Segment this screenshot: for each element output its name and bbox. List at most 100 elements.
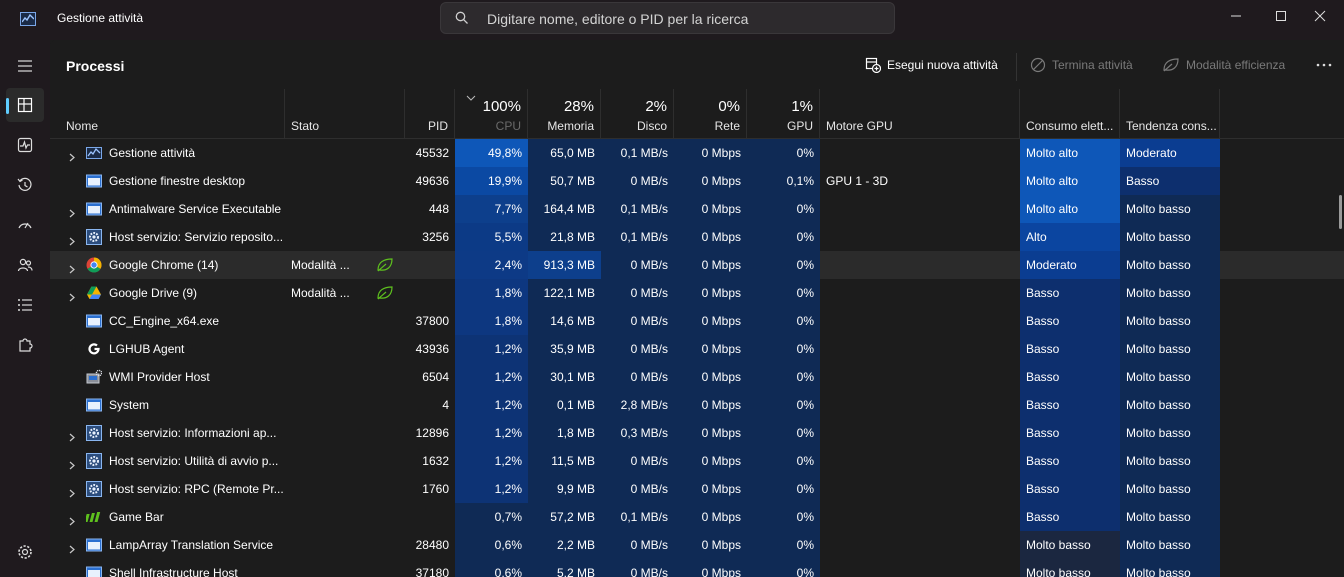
process-cpu: 1,2% <box>455 363 528 391</box>
speedometer-icon <box>18 222 32 229</box>
expand-chevron-icon[interactable] <box>68 289 76 307</box>
sidebar-item-services[interactable] <box>6 328 44 362</box>
table-row[interactable]: Game Bar 0,7% 57,2 MB 0,1 MB/s 0 Mbps 0% Basso… <box>50 503 1344 531</box>
sidebar-item-users[interactable] <box>6 248 44 282</box>
table-row[interactable]: Gestione finestre desktop 49636 19,9% 50,7 … <box>50 167 1344 195</box>
column-header-gpu[interactable]: 1% GPU <box>747 89 820 139</box>
expand-chevron-icon[interactable] <box>68 205 76 223</box>
process-cpu: 1,8% <box>455 307 528 335</box>
expand-chevron-icon[interactable] <box>68 149 76 167</box>
process-gpu-engine <box>820 195 1020 223</box>
table-row[interactable]: Google Drive (9) Modalità ... 1,8% 122,1 MB… <box>50 279 1344 307</box>
process-gpu: 0% <box>747 335 820 363</box>
process-power: Alto <box>1020 223 1120 251</box>
process-gpu: 0% <box>747 475 820 503</box>
details-list-icon <box>18 299 32 311</box>
sidebar-item-details[interactable] <box>6 288 44 322</box>
process-memory: 35,9 MB <box>528 335 601 363</box>
expand-chevron-icon[interactable] <box>68 513 76 531</box>
process-disk: 0 MB/s <box>601 363 674 391</box>
column-header-memory[interactable]: 28% Memoria <box>528 89 601 139</box>
process-pid <box>405 251 455 279</box>
process-gpu: 0% <box>747 363 820 391</box>
gear-icon <box>86 229 102 245</box>
expand-chevron-icon[interactable] <box>68 261 76 279</box>
process-name: LGHUB Agent <box>109 342 185 356</box>
expand-chevron-icon[interactable] <box>68 457 76 475</box>
table-row[interactable]: Gestione attività 45532 49,8% 65,0 MB 0,1 MB… <box>50 139 1344 167</box>
expand-chevron-icon[interactable] <box>68 429 76 447</box>
process-pid: 6504 <box>422 370 449 384</box>
process-name: Antimalware Service Executable <box>109 202 282 216</box>
process-memory: 57,2 MB <box>528 503 601 531</box>
minimize-button[interactable] <box>1212 0 1260 32</box>
table-row[interactable]: Host servizio: Servizio reposito... 3256 5… <box>50 223 1344 251</box>
column-label: Stato <box>291 119 320 133</box>
process-cpu: 1,8% <box>455 279 528 307</box>
process-power: Molto alto <box>1020 167 1120 195</box>
end-task-label: Termina attività <box>1052 58 1133 72</box>
sidebar-item-startup[interactable] <box>6 208 44 242</box>
process-power-trend: Molto basso <box>1120 335 1220 363</box>
performance-icon <box>17 137 33 153</box>
settings-button[interactable] <box>6 535 44 569</box>
column-label: Consumo elett... <box>1026 119 1114 133</box>
expand-chevron-icon[interactable] <box>68 485 76 503</box>
process-pid <box>405 503 455 531</box>
more-options-button[interactable] <box>1315 57 1333 73</box>
chrome-icon <box>86 257 102 273</box>
table-row[interactable]: Host servizio: RPC (Remote Pr... 1760 1,2%… <box>50 475 1344 503</box>
process-power: Basso <box>1020 503 1120 531</box>
cpu-total: 100% <box>482 98 521 115</box>
column-label: Nome <box>66 119 99 133</box>
column-header-power[interactable]: Consumo elett... <box>1020 89 1120 139</box>
process-cpu: 0,6% <box>455 559 528 577</box>
column-header-cpu[interactable]: 100% CPU <box>455 89 528 139</box>
close-button[interactable] <box>1296 0 1344 32</box>
processes-icon <box>17 97 33 113</box>
process-power: Molto alto <box>1020 195 1120 223</box>
table-row[interactable]: LampArray Translation Service 28480 0,6% 2,… <box>50 531 1344 559</box>
table-row[interactable]: CC_Engine_x64.exe 37800 1,8% 14,6 MB 0 MB/s 0… <box>50 307 1344 335</box>
process-power: Basso <box>1020 391 1120 419</box>
column-header-disk[interactable]: 2% Disco <box>601 89 674 139</box>
process-disk: 0,3 MB/s <box>601 419 674 447</box>
gear-icon <box>86 425 102 441</box>
column-header-gpu-engine[interactable]: Motore GPU <box>820 89 1020 139</box>
process-pid: 28480 <box>415 538 449 552</box>
expand-chevron-icon[interactable] <box>68 233 76 251</box>
sidebar-item-processes[interactable] <box>6 88 44 122</box>
column-header-status[interactable]: Stato <box>285 89 405 139</box>
column-header-network[interactable]: 0% Rete <box>674 89 747 139</box>
process-gpu-engine <box>820 531 1020 559</box>
end-task-button[interactable]: Termina attività <box>1030 57 1133 73</box>
table-row[interactable]: WMI Provider Host 6504 1,2% 30,1 MB 0 MB/s 0 … <box>50 363 1344 391</box>
search-input[interactable]: Digitare nome, editore o PID per la rice… <box>440 2 895 34</box>
table-row[interactable]: Host servizio: Informazioni ap... 12896 1,… <box>50 419 1344 447</box>
table-row[interactable]: Google Chrome (14) Modalità ... 2,4% 913,3 … <box>50 251 1344 279</box>
column-header-pid[interactable]: PID <box>405 89 455 139</box>
search-icon <box>455 11 468 24</box>
table-row[interactable]: Shell Infrastructure Host 37180 0,6% 5,2 MB… <box>50 559 1344 577</box>
process-power-trend: Molto basso <box>1120 251 1220 279</box>
window-icon <box>86 537 102 553</box>
sidebar-item-performance[interactable] <box>6 128 44 162</box>
expand-chevron-icon[interactable] <box>68 541 76 559</box>
column-header-power-trend[interactable]: Tendenza cons... <box>1120 89 1220 139</box>
column-label: CPU <box>495 119 521 133</box>
process-memory: 2,2 MB <box>528 531 601 559</box>
process-pid: 3256 <box>422 230 449 244</box>
table-row[interactable]: LGHUB Agent 43936 1,2% 35,9 MB 0 MB/s 0 Mbps 0… <box>50 335 1344 363</box>
table-row[interactable]: Antimalware Service Executable 448 7,7% 164… <box>50 195 1344 223</box>
vertical-scrollbar[interactable] <box>1339 195 1342 229</box>
efficiency-mode-button[interactable]: Modalità efficienza <box>1162 57 1285 73</box>
column-header-name[interactable]: Nome <box>50 89 285 139</box>
process-disk: 0 MB/s <box>601 251 674 279</box>
process-name: System <box>109 398 150 412</box>
sidebar-item-app-history[interactable] <box>6 168 44 202</box>
table-row[interactable]: Host servizio: Utilità di avvio p... 1632… <box>50 447 1344 475</box>
table-row[interactable]: System 4 1,2% 0,1 MB 2,8 MB/s 0 Mbps 0% Basso Mo… <box>50 391 1344 419</box>
hamburger-menu-button[interactable] <box>6 49 44 83</box>
process-memory: 0,1 MB <box>528 391 601 419</box>
new-task-button[interactable]: Esegui nuova attività <box>865 57 998 73</box>
